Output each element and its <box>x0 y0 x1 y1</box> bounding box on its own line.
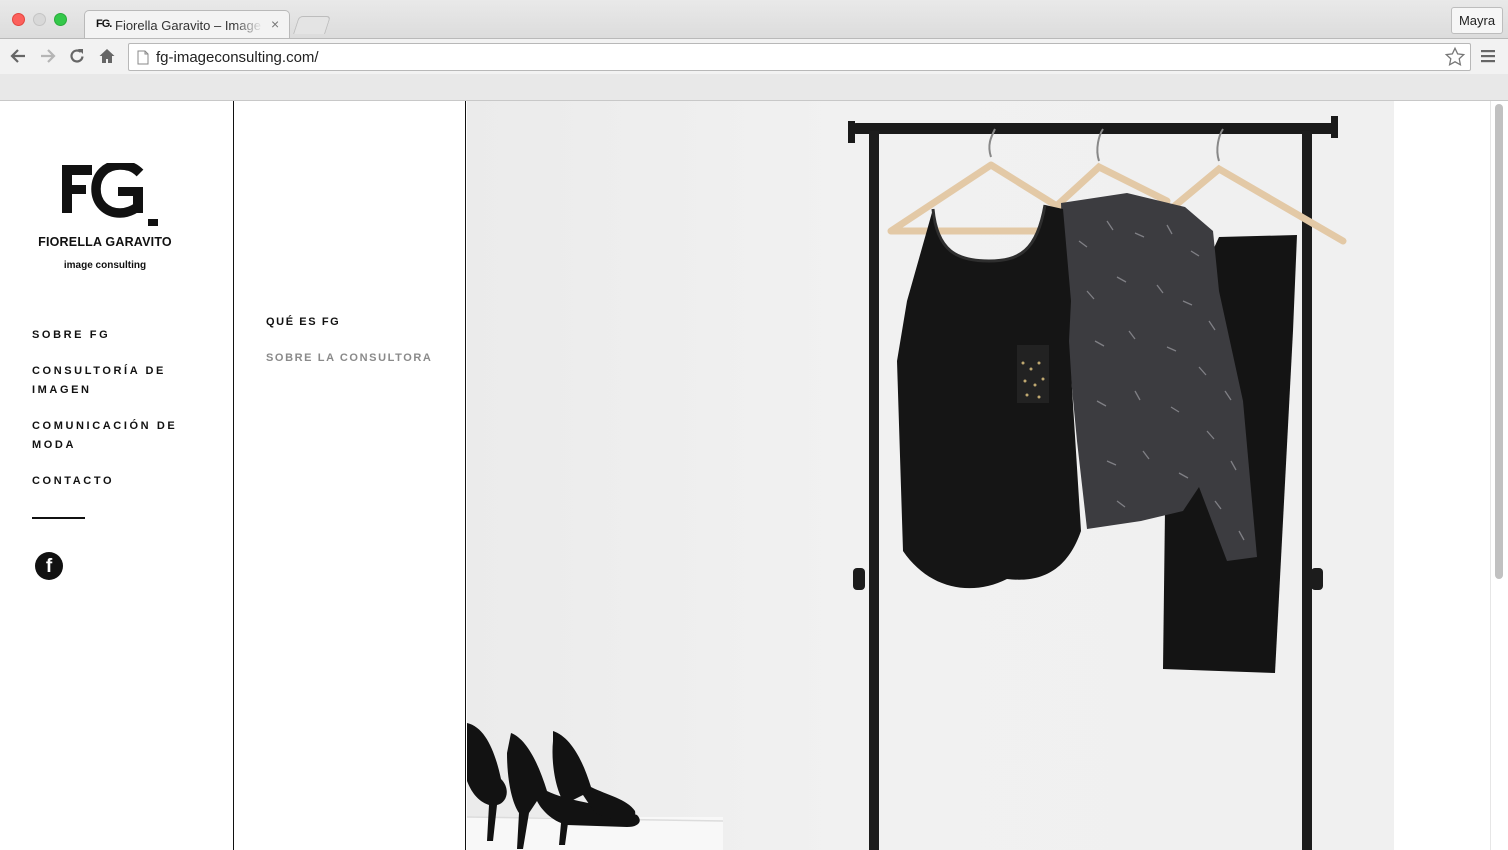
forward-icon[interactable] <box>37 45 59 67</box>
menu-icon[interactable] <box>1480 48 1496 64</box>
tab-close-icon[interactable]: × <box>271 16 279 32</box>
logo-tagline: image consulting <box>63 260 147 271</box>
star-icon[interactable] <box>1444 46 1466 68</box>
home-icon[interactable] <box>96 45 118 67</box>
back-icon[interactable] <box>7 45 29 67</box>
address-bar[interactable]: fg-imageconsulting.com/ <box>128 43 1471 71</box>
nav-item-comunicacion-de-moda[interactable]: COMUNICACIÓN DE MODA <box>32 417 202 455</box>
nav-item-contacto[interactable]: CONTACTO <box>32 472 202 491</box>
web-page: FIORELLA GARAVITO image consulting SOBRE… <box>0 101 1508 850</box>
logo-name: FIORELLA GARAVITO <box>38 235 172 249</box>
right-gutter <box>1394 101 1490 850</box>
nav-item-sobre-fg[interactable]: SOBRE FG <box>32 326 202 345</box>
new-tab-button[interactable] <box>293 16 331 34</box>
vertical-scrollbar[interactable] <box>1490 101 1508 850</box>
browser-toolbar: fg-imageconsulting.com/ <box>0 38 1508 74</box>
sidebar: FIORELLA GARAVITO image consulting SOBRE… <box>0 101 234 850</box>
subnav-item-sobre-la-consultora[interactable]: SOBRE LA CONSULTORA <box>266 351 432 365</box>
subnav-item-que-es-fg[interactable]: QUÉ ES FG <box>266 315 432 329</box>
scrollbar-thumb[interactable] <box>1495 104 1503 579</box>
tab-favicon-icon: FG. <box>96 18 112 30</box>
nav-divider <box>32 517 85 519</box>
sub-nav: QUÉ ES FG SOBRE LA CONSULTORA <box>266 315 432 387</box>
browser-tab-bar: FG. Fiorella Garavito – Image Consulting… <box>0 0 1508 39</box>
main-nav: SOBRE FG CONSULTORÍA DE IMAGEN COMUNICAC… <box>32 326 202 508</box>
page-icon <box>137 50 149 65</box>
window-close-button[interactable] <box>12 13 25 26</box>
window-minimize-button[interactable] <box>33 13 46 26</box>
reload-icon[interactable] <box>66 45 88 67</box>
nav-item-consultoria-de-imagen[interactable]: CONSULTORÍA DE IMAGEN <box>32 362 202 400</box>
url-text: fg-imageconsulting.com/ <box>156 49 319 66</box>
browser-tab[interactable]: FG. Fiorella Garavito – Image Consulting… <box>84 10 290 39</box>
fg-logo-icon[interactable] <box>62 163 162 229</box>
hero-image <box>467 101 1394 850</box>
subnav-column: QUÉ ES FG SOBRE LA CONSULTORA <box>234 101 466 850</box>
bookmarks-bar <box>0 74 1508 101</box>
facebook-icon[interactable]: f <box>35 552 63 580</box>
profile-button[interactable]: Mayra <box>1451 7 1503 34</box>
window-zoom-button[interactable] <box>54 13 67 26</box>
clothing-rack-illustration <box>467 116 1347 850</box>
tab-title: Fiorella Garavito – Image Consulting <box>115 18 263 33</box>
